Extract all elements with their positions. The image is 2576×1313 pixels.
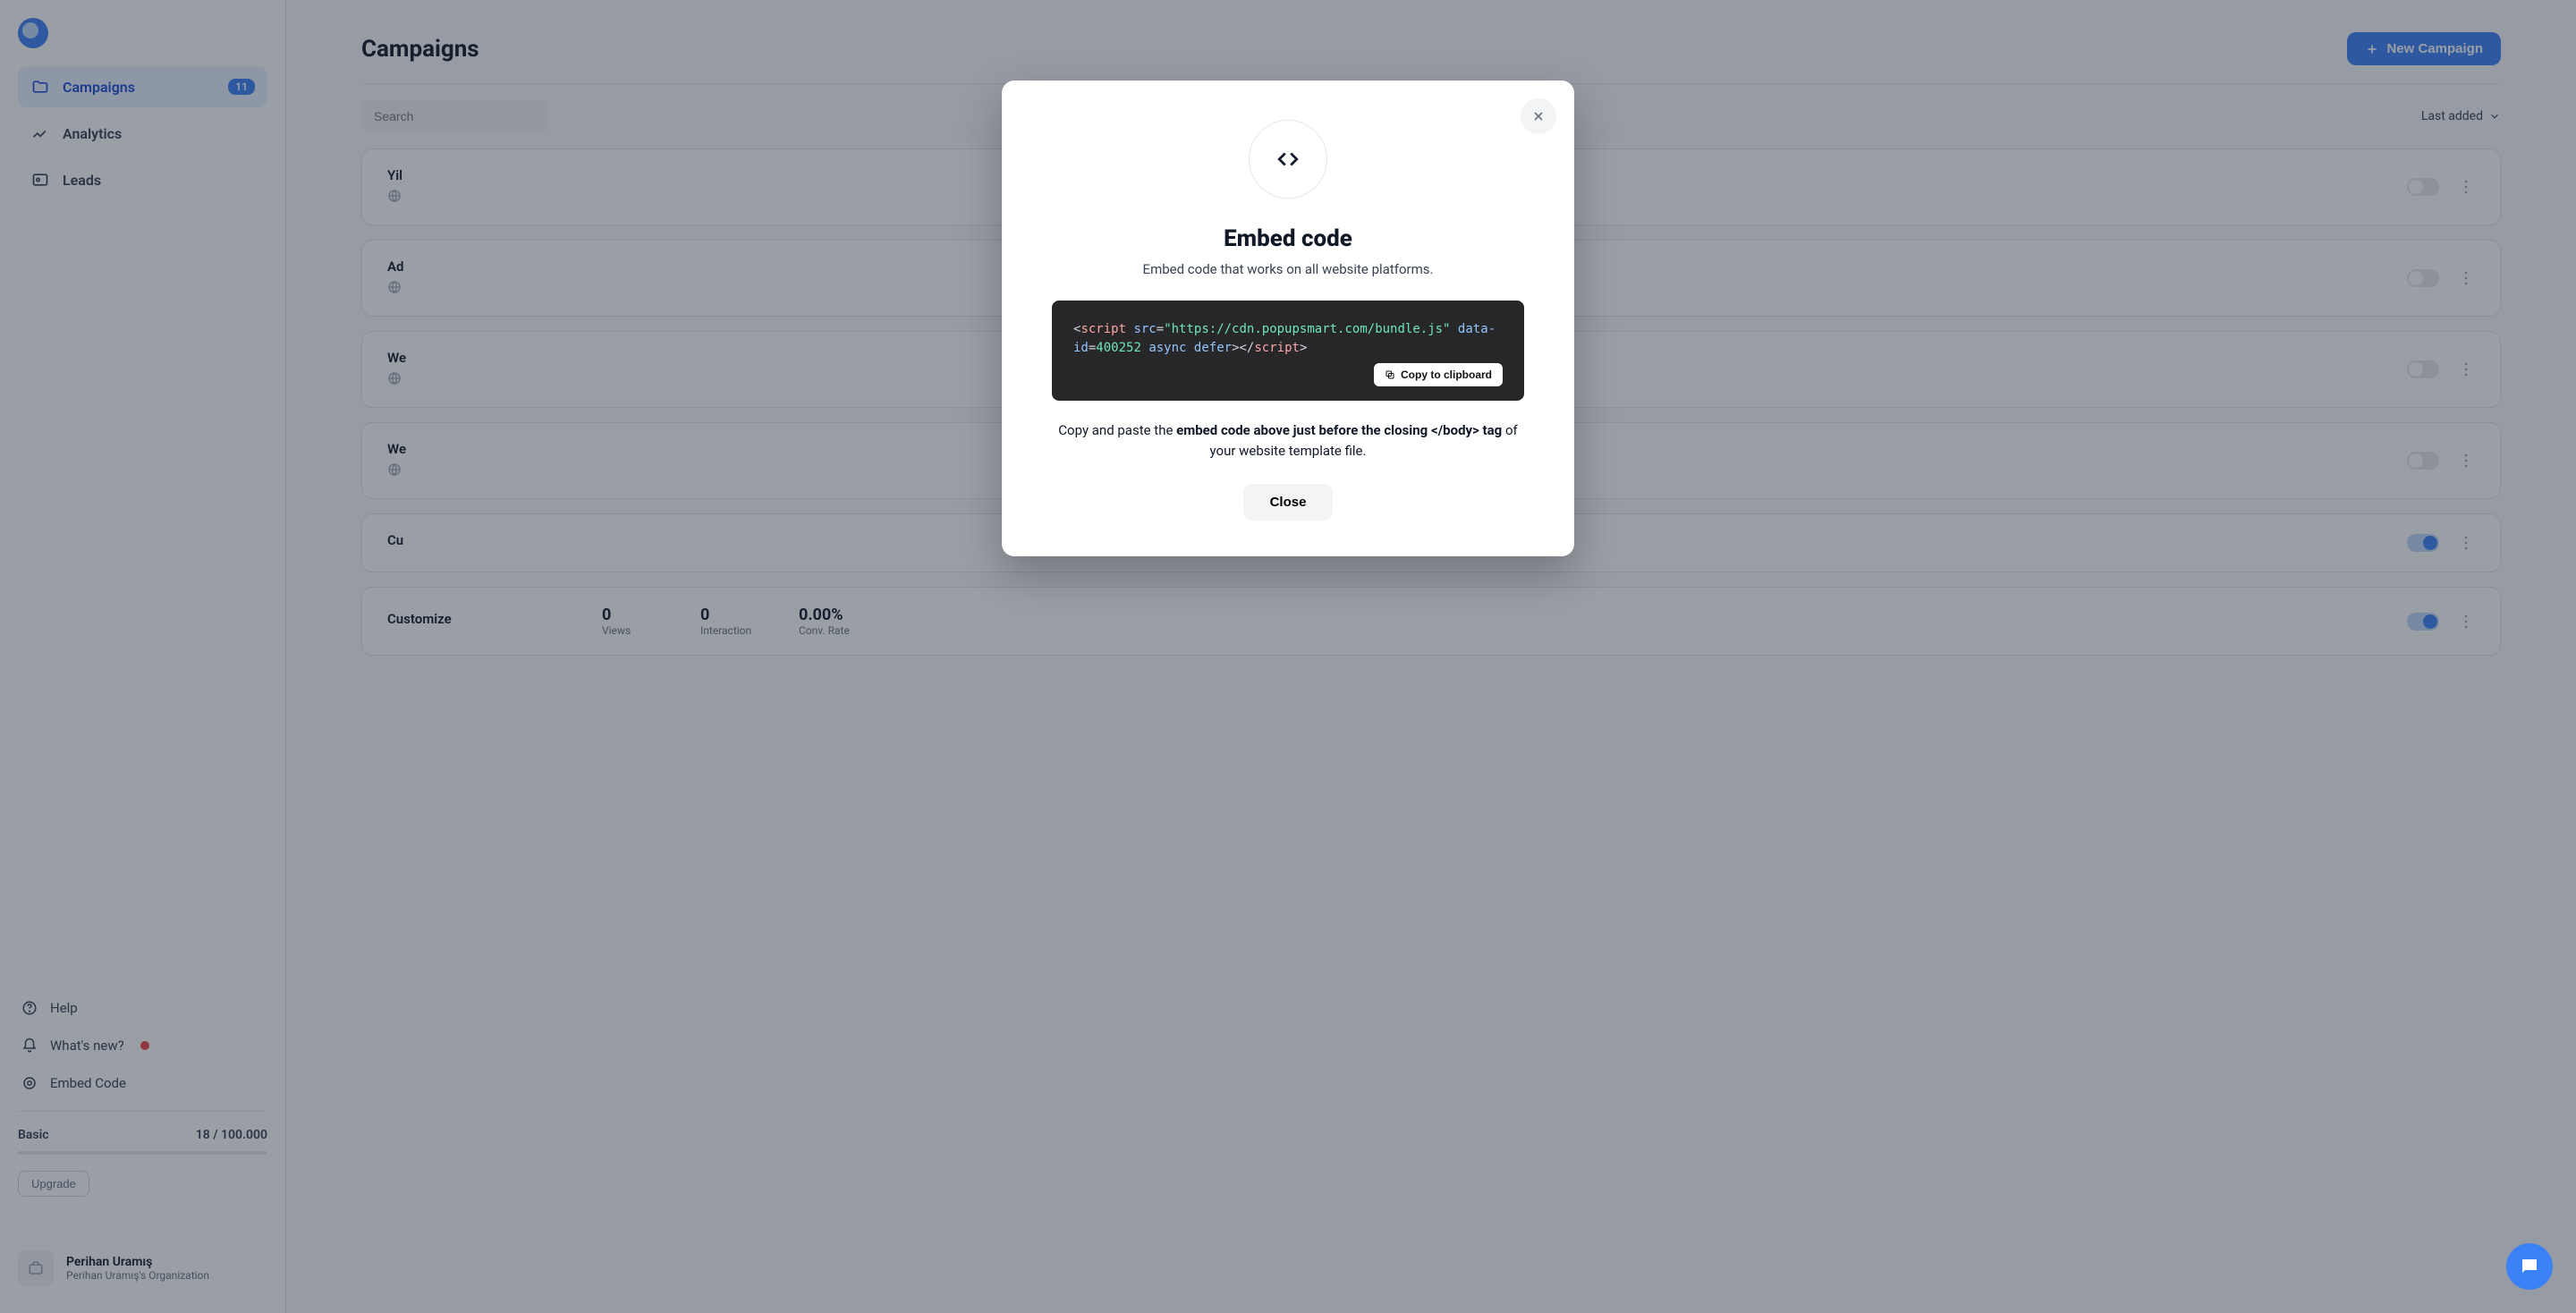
copy-icon	[1385, 369, 1395, 380]
modal-subtitle: Embed code that works on all website pla…	[1052, 261, 1524, 277]
code-token: </	[1240, 341, 1255, 355]
code-icon	[1276, 148, 1300, 171]
desc-prefix: Copy and paste the	[1058, 422, 1176, 438]
modal-outer: Embed code Embed code that works on all …	[1002, 80, 1574, 556]
chat-widget-button[interactable]	[2506, 1243, 2553, 1290]
code-token: src	[1133, 322, 1156, 336]
code-token: defer	[1194, 341, 1232, 355]
modal-close-button[interactable]	[1521, 98, 1556, 134]
modal-icon-circle	[1249, 120, 1327, 199]
desc-bold: embed code above just before the closing…	[1176, 422, 1502, 438]
code-token: script	[1254, 341, 1300, 355]
modal-description: Copy and paste the embed code above just…	[1052, 420, 1524, 461]
code-token: async	[1148, 341, 1186, 355]
code-token: 400252	[1096, 341, 1141, 355]
copy-to-clipboard-button[interactable]: Copy to clipboard	[1374, 363, 1503, 386]
code-token: script	[1080, 322, 1126, 336]
embed-code-block: <script src="https://cdn.popupsmart.com/…	[1052, 301, 1524, 401]
embed-code-modal: Embed code Embed code that works on all …	[1007, 86, 1569, 551]
modal-title: Embed code	[1052, 225, 1524, 252]
code-token: "https://cdn.popupsmart.com/bundle.js"	[1164, 322, 1450, 336]
code-token: >	[1300, 341, 1307, 355]
copy-label: Copy to clipboard	[1401, 368, 1492, 381]
code-token: >	[1232, 341, 1239, 355]
close-icon	[1531, 109, 1546, 123]
code-token: =	[1157, 322, 1164, 336]
modal-overlay[interactable]: Embed code Embed code that works on all …	[0, 0, 2576, 1313]
modal-close-text-button[interactable]: Close	[1243, 484, 1334, 521]
chat-icon	[2519, 1256, 2540, 1277]
